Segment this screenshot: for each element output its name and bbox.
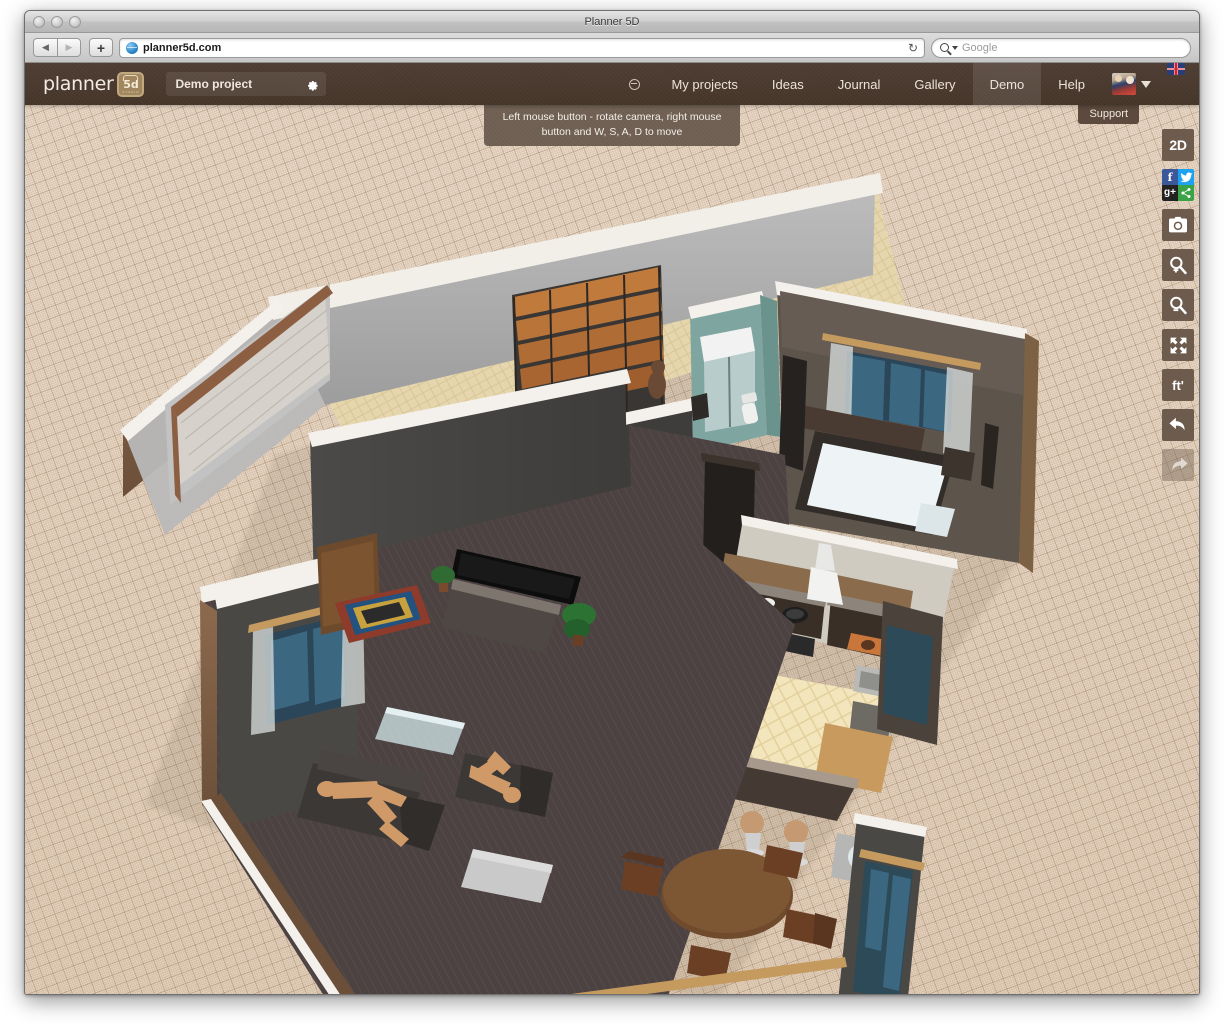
search-magnifier-icon: [940, 43, 949, 52]
googleplus-icon[interactable]: g+: [1162, 185, 1178, 201]
plus-icon[interactable]: +: [89, 38, 113, 57]
user-avatar[interactable]: [1112, 73, 1136, 95]
main-navigation: My projects Ideas Journal Gallery Demo H…: [615, 63, 1199, 105]
maximize-window-button[interactable]: [69, 16, 81, 28]
logo-badge-subtext: STUDIO: [122, 90, 139, 94]
forward-arrow-icon[interactable]: ▶: [57, 38, 81, 57]
uk-flag-icon[interactable]: [1167, 63, 1185, 75]
globe-icon: [126, 42, 138, 54]
chevron-down-icon: [952, 46, 958, 50]
project-name-field[interactable]: Demo project: [166, 72, 326, 96]
planner5d-logo[interactable]: planner 5d STUDIO: [43, 72, 144, 97]
gear-icon[interactable]: [306, 78, 319, 91]
floorplan-render: [25, 105, 1199, 994]
back-arrow-icon[interactable]: ◀: [33, 38, 57, 57]
browser-toolbar: ◀ ▶ + planner5d.com ↻ Google: [25, 33, 1199, 63]
undo-icon: [1168, 416, 1189, 435]
logo-house-badge-icon: 5d STUDIO: [117, 72, 144, 97]
minimize-window-button[interactable]: [51, 16, 63, 28]
user-menu[interactable]: [1102, 63, 1157, 105]
facebook-icon[interactable]: f: [1162, 169, 1178, 185]
app-header: planner 5d STUDIO Demo project: [25, 63, 1199, 105]
window-titlebar: Planner 5D: [25, 11, 1199, 33]
snapshot-button[interactable]: [1162, 209, 1194, 241]
house-roof-icon: [123, 75, 138, 81]
redo-icon: [1168, 456, 1189, 475]
units-button[interactable]: ft': [1162, 369, 1194, 401]
viewport-3d[interactable]: [25, 105, 1199, 994]
nav-buttons[interactable]: ◀ ▶: [33, 38, 81, 57]
support-tab[interactable]: Support: [1078, 105, 1139, 124]
close-window-button[interactable]: [33, 16, 45, 28]
redo-button[interactable]: [1162, 449, 1194, 481]
url-text: planner5d.com: [143, 42, 221, 54]
nav-item-ideas[interactable]: Ideas: [755, 63, 821, 105]
window-controls[interactable]: [33, 16, 81, 28]
share-icon[interactable]: [1178, 185, 1194, 201]
camera-icon: [1168, 216, 1188, 234]
window-title: Planner 5D: [25, 16, 1199, 28]
fullscreen-button[interactable]: [1162, 329, 1194, 361]
address-bar[interactable]: planner5d.com ↻: [119, 38, 925, 58]
camera-help-tooltip: Left mouse button - rotate camera, right…: [484, 105, 740, 146]
reload-icon[interactable]: ↻: [908, 42, 918, 54]
fullscreen-icon: [1169, 336, 1188, 355]
zoom-out-button[interactable]: [1162, 289, 1194, 321]
zoom-in-icon: [1168, 255, 1188, 275]
planner-app: planner 5d STUDIO Demo project: [25, 63, 1199, 994]
hamburger-circle-icon[interactable]: [615, 63, 654, 105]
view-2d-button[interactable]: 2D: [1162, 129, 1194, 161]
search-placeholder: Google: [962, 42, 997, 54]
logo-wordmark: planner: [43, 73, 113, 95]
browser-window: Planner 5D ◀ ▶ + planner5d.com ↻ Google: [24, 10, 1200, 995]
zoom-in-button[interactable]: [1162, 249, 1194, 281]
chevron-down-icon[interactable]: [1141, 81, 1151, 88]
nav-item-demo[interactable]: Demo: [973, 63, 1042, 105]
twitter-icon[interactable]: [1178, 169, 1194, 185]
nav-item-my-projects[interactable]: My projects: [654, 63, 754, 105]
search-input[interactable]: Google: [931, 38, 1191, 58]
zoom-out-icon: [1168, 295, 1188, 315]
viewport-toolbar: 2D f g+: [1162, 129, 1194, 481]
nav-item-gallery[interactable]: Gallery: [897, 63, 972, 105]
house-model: [25, 105, 1199, 994]
project-name-text: Demo project: [175, 77, 252, 91]
nav-item-journal[interactable]: Journal: [821, 63, 898, 105]
nav-item-help[interactable]: Help: [1041, 63, 1102, 105]
social-share-group[interactable]: f g+: [1162, 169, 1194, 201]
undo-button[interactable]: [1162, 409, 1194, 441]
